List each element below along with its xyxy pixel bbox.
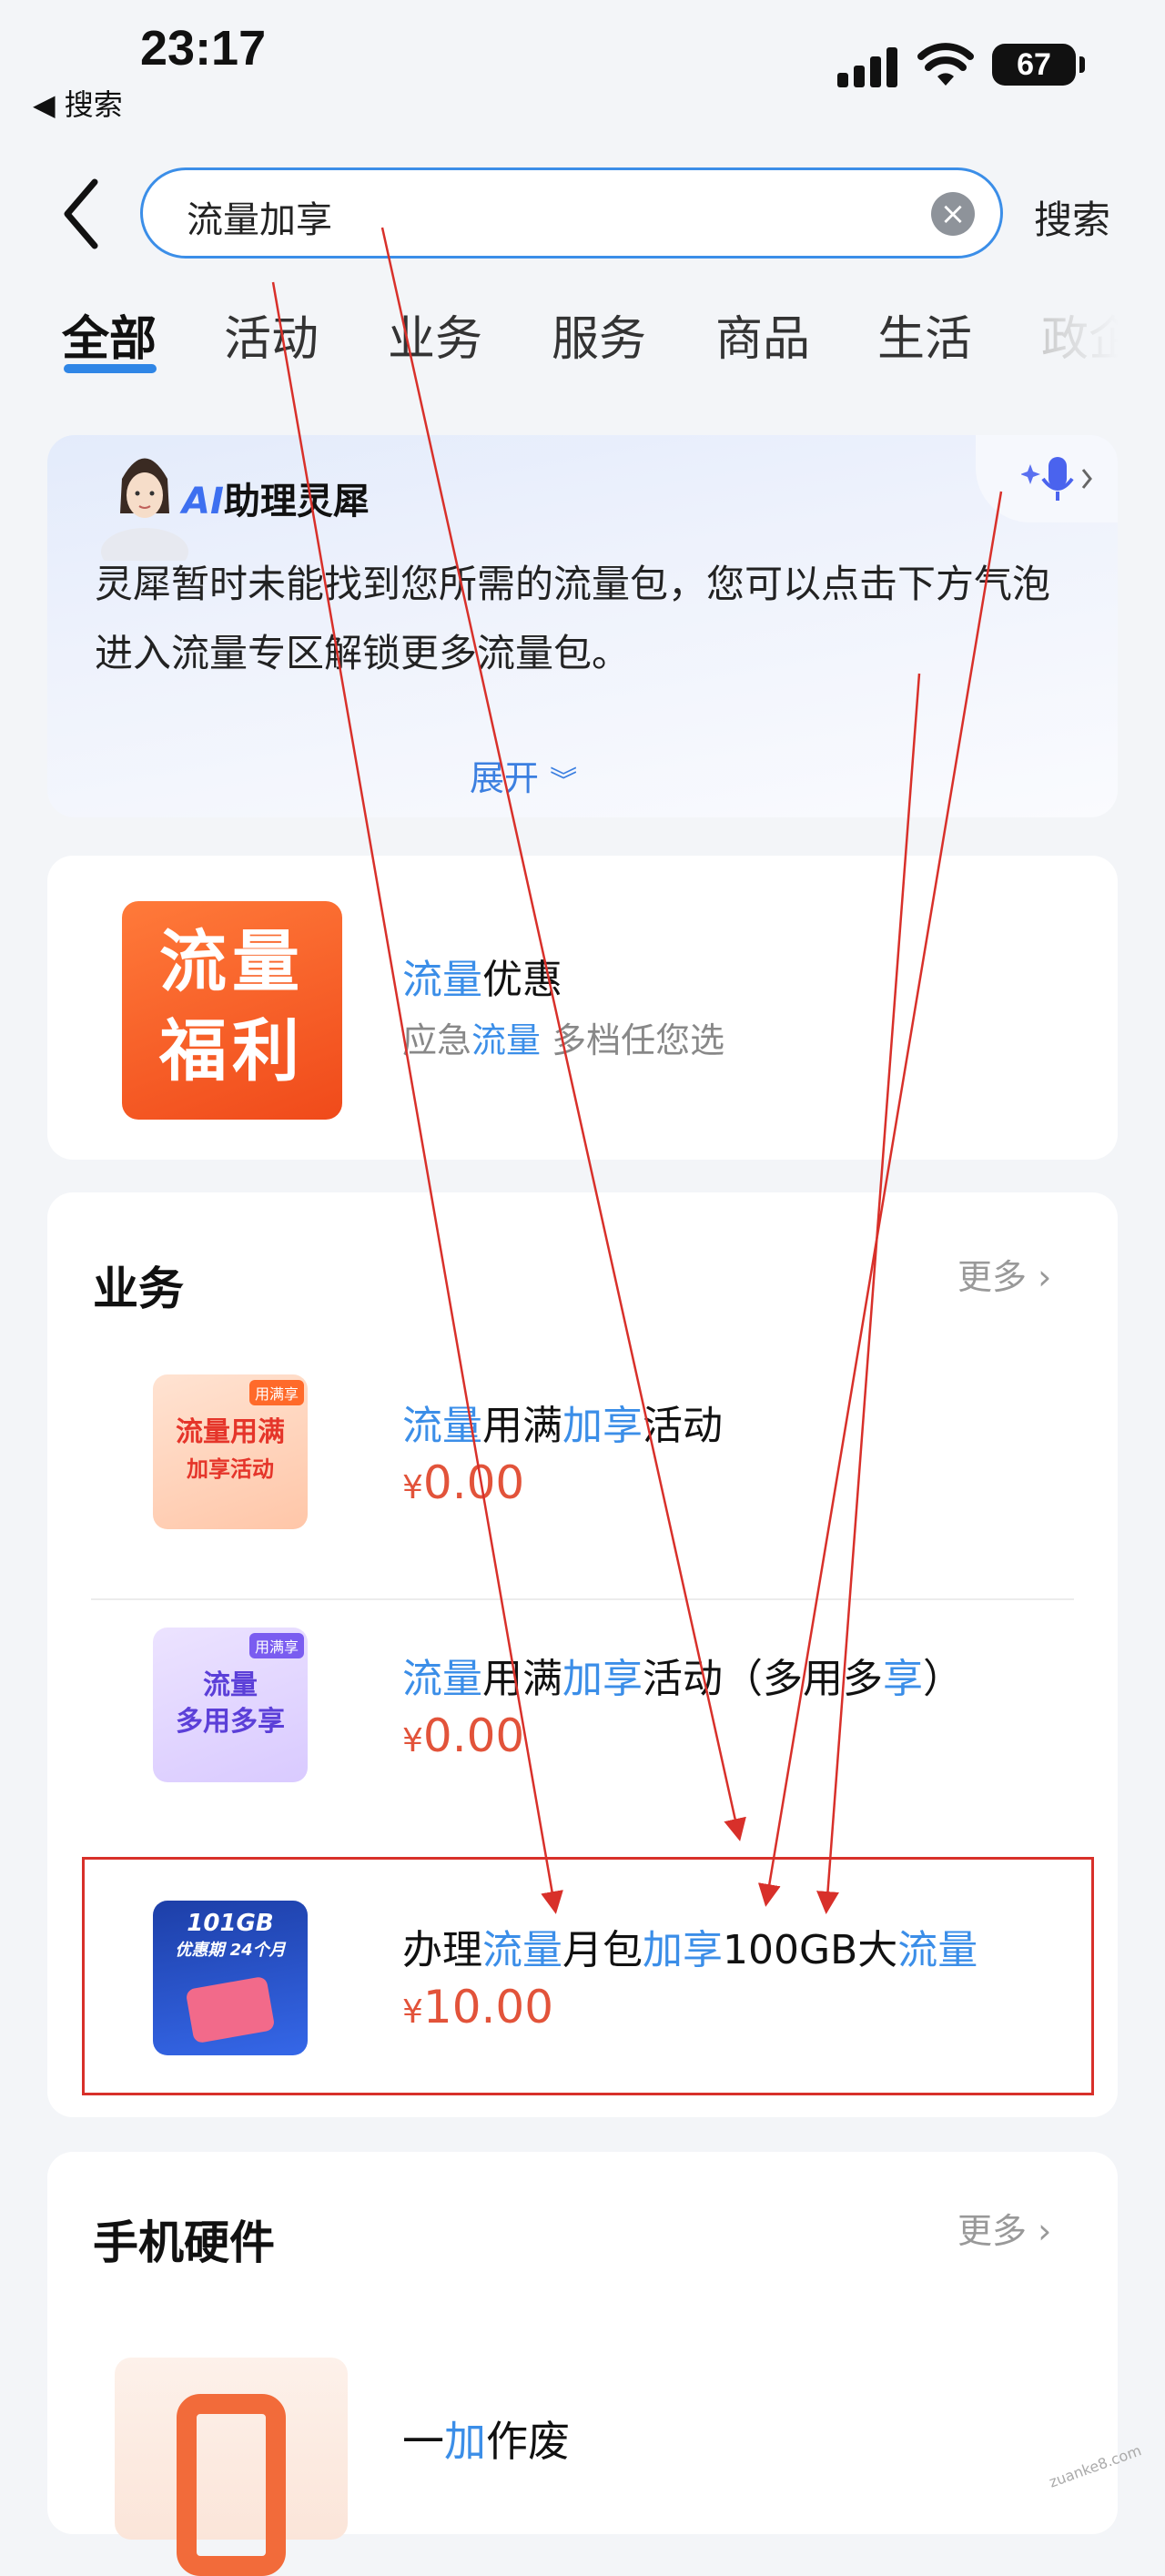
item-thumbnail: 用满享 流量用满 加享活动 bbox=[153, 1374, 308, 1529]
item-thumbnail: 用满享 流量 多用多享 bbox=[153, 1628, 308, 1782]
business-section: 业务 更多 › 用满享 流量用满 加享活动 流量用满加享活动 ¥0.00 用满享… bbox=[47, 1192, 1118, 2117]
voice-button[interactable] bbox=[976, 435, 1118, 522]
chevron-down-icon: ︾ bbox=[550, 766, 578, 797]
assistant-message: 灵犀暂时未能找到您所需的流量包，您可以点击下方气泡进入流量专区解锁更多流量包。 bbox=[95, 562, 1051, 675]
more-link[interactable]: 更多 › bbox=[957, 1249, 1051, 1299]
section-title: 业务 bbox=[93, 1263, 184, 1315]
search-query-text: 流量加享 bbox=[187, 199, 332, 241]
item-title: 流量用满加享活动（多用多享） bbox=[402, 1656, 963, 1702]
item-title: 流量用满加享活动 bbox=[402, 1403, 723, 1449]
item-price: ¥0.00 bbox=[402, 1709, 525, 1762]
back-arrow-icon[interactable] bbox=[56, 173, 111, 255]
more-link[interactable]: 更多 › bbox=[957, 2203, 1051, 2253]
signal-icon bbox=[837, 47, 897, 87]
promo-card[interactable]: 流量 福利 流量优惠 应急流量 多档任您选 bbox=[47, 856, 1118, 1160]
ai-assistant-card: AI助理灵犀 灵犀暂时未能找到您所需的流量包，您可以点击下方气泡进入流量专区解锁… bbox=[47, 435, 1118, 817]
back-to-app-link[interactable]: ◀ 搜索 bbox=[33, 82, 123, 124]
microphone-icon bbox=[1021, 457, 1092, 501]
tab-goods[interactable]: 商品 bbox=[715, 300, 810, 369]
expand-button[interactable]: 展开 ︾ bbox=[470, 750, 577, 800]
promo-title: 流量优惠 bbox=[402, 957, 562, 1003]
tab-life[interactable]: 生活 bbox=[877, 300, 972, 369]
item-title[interactable]: 一加作废 bbox=[402, 2409, 570, 2469]
tab-activity[interactable]: 活动 bbox=[224, 300, 319, 369]
assistant-title: AI助理灵犀 bbox=[182, 481, 370, 522]
item-thumbnail bbox=[115, 2358, 348, 2576]
list-item[interactable]: 用满享 流量 多用多享 流量用满加享活动（多用多享） ¥0.00 bbox=[47, 1628, 1118, 1810]
tab-all[interactable]: 全部 bbox=[62, 300, 157, 369]
search-button[interactable]: 搜索 bbox=[1034, 189, 1110, 245]
promo-image: 流量 福利 bbox=[122, 901, 342, 1120]
clear-icon[interactable]: × bbox=[931, 192, 975, 236]
section-title: 手机硬件 bbox=[93, 2216, 275, 2269]
search-input[interactable]: 流量加享 × bbox=[140, 167, 1003, 259]
wifi-icon bbox=[917, 43, 974, 86]
tabs-fade bbox=[1010, 291, 1165, 373]
promo-subtitle: 应急流量 多档任您选 bbox=[402, 1020, 725, 1060]
status-time: 23:17 bbox=[140, 21, 267, 76]
annotation-highlight-box bbox=[82, 1857, 1094, 2095]
tab-business[interactable]: 业务 bbox=[388, 300, 482, 369]
assistant-avatar bbox=[101, 458, 188, 561]
tab-service[interactable]: 服务 bbox=[552, 300, 646, 369]
hardware-section: 手机硬件 更多 › 一加作废 bbox=[47, 2152, 1118, 2576]
divider bbox=[91, 1598, 1074, 1600]
active-tab-indicator bbox=[64, 364, 157, 373]
battery-indicator: 67 bbox=[992, 44, 1085, 86]
chevron-right-icon: › bbox=[1038, 1257, 1052, 1297]
list-item[interactable]: 用满享 流量用满 加享活动 流量用满加享活动 ¥0.00 bbox=[47, 1374, 1118, 1557]
chevron-right-icon: › bbox=[1038, 2211, 1052, 2251]
item-price: ¥0.00 bbox=[402, 1456, 525, 1509]
